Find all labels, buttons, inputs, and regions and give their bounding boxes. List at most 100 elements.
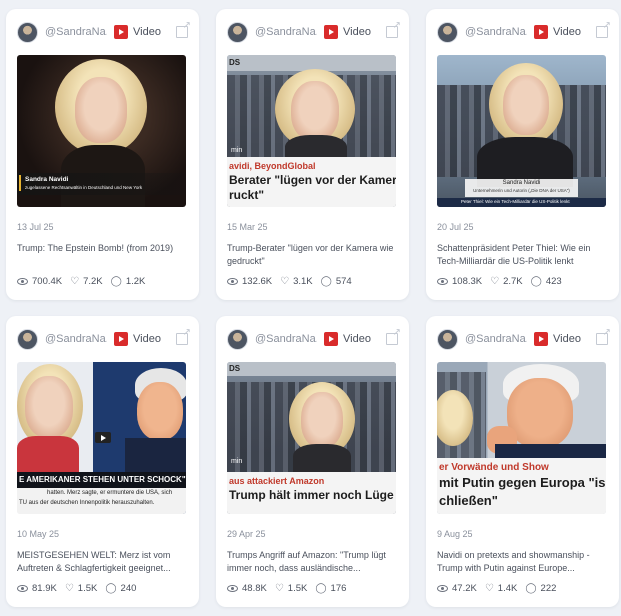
heart-icon: ♡: [484, 583, 494, 594]
post-date: 9 Aug 25: [437, 529, 473, 539]
thumbnail-headline: Trump hält immer noch Lüge auf: [229, 488, 396, 502]
card-header: @SandraNa... Video: [437, 327, 611, 350]
eye-icon: [17, 585, 28, 592]
external-link-icon[interactable]: [386, 20, 401, 38]
post-date: 29 Apr 25: [227, 529, 266, 539]
video-thumbnail[interactable]: Sandra Navidi zugelassene Rechtsanwältin…: [17, 55, 186, 207]
youtube-icon: [534, 332, 548, 346]
views-count: 48.8K: [242, 583, 267, 594]
comment-icon: ◯: [315, 583, 327, 594]
views-count: 108.3K: [452, 276, 483, 287]
video-card[interactable]: @SandraNa... Video Sandra Navidi zugelas…: [6, 9, 199, 300]
video-thumbnail[interactable]: DS min aus attackiert Amazon Trump hält …: [227, 362, 396, 514]
media-type-label: Video: [133, 333, 161, 345]
lower-third-subtitle: zugelassene Rechtsanwältin in Deutschlan…: [25, 185, 143, 190]
card-header: @SandraNa... Video: [17, 327, 191, 350]
engagement-stats: 47.2K ♡ 1.4K ◯ 222: [437, 583, 564, 594]
avatar[interactable]: [437, 328, 458, 350]
comment-icon: ◯: [105, 583, 117, 594]
author-handle[interactable]: @SandraNa...: [255, 333, 317, 345]
post-title[interactable]: MEISTGESEHEN WELT: Merz ist vom Auftrete…: [17, 549, 189, 575]
author-handle[interactable]: @SandraNa...: [465, 333, 527, 345]
eye-icon: [437, 278, 448, 285]
thumbnail-kicker: avidi, BeyondGlobal: [229, 161, 316, 171]
likes-count: 3.1K: [293, 276, 313, 287]
video-card[interactable]: @SandraNa... Video Sandra Navidi Unterne…: [426, 9, 619, 300]
post-title[interactable]: Navidi on pretexts and showmanship - Tru…: [437, 549, 609, 575]
comment-icon: ◯: [320, 276, 332, 287]
comment-icon: ◯: [530, 276, 542, 287]
comments-count: 423: [545, 276, 562, 287]
thumbnail-headline-2: ruckt": [229, 188, 265, 202]
eye-icon: [227, 585, 238, 592]
video-card-grid: @SandraNa... Video Sandra Navidi zugelas…: [6, 9, 619, 607]
video-thumbnail[interactable]: E AMERIKANER STEHEN UNTER SCHOCK" DI hat…: [17, 362, 186, 514]
video-card[interactable]: @SandraNa... Video er Vorwände und Show …: [426, 316, 619, 607]
external-link-icon[interactable]: [176, 20, 191, 38]
likes-count: 1.5K: [77, 583, 98, 594]
external-link-icon[interactable]: [596, 20, 611, 38]
heart-icon: ♡: [490, 276, 500, 287]
heart-icon: ♡: [64, 583, 74, 594]
video-card[interactable]: @SandraNa... Video DS min avidi, BeyondG…: [216, 9, 409, 300]
avatar[interactable]: [227, 328, 248, 350]
thumbnail-sub-2: TU aus der deutschen Innenpolitik heraus…: [19, 500, 155, 506]
card-header: @SandraNa... Video: [227, 20, 401, 43]
post-title[interactable]: Schattenpräsident Peter Thiel: Wie ein T…: [437, 242, 609, 268]
duration-label: min: [231, 458, 243, 465]
media-type-label: Video: [343, 333, 371, 345]
engagement-stats: 81.9K ♡ 1.5K ◯ 240: [17, 583, 144, 594]
video-thumbnail[interactable]: Sandra Navidi Unternehmerin und Autorin …: [437, 55, 606, 207]
engagement-stats: 132.6K ♡ 3.1K ◯ 574: [227, 276, 360, 287]
media-type-label: Video: [133, 26, 161, 38]
post-title[interactable]: Trump: The Epstein Bomb! (from 2019): [17, 242, 189, 255]
post-title[interactable]: Trumps Angriff auf Amazon: "Trump lügt i…: [227, 549, 399, 575]
eye-icon: [437, 585, 448, 592]
news-ticker: Peter Thiel: Wie ein Tech-Milliardär die…: [461, 199, 570, 204]
comments-count: 222: [540, 583, 557, 594]
youtube-icon: [324, 25, 338, 39]
author-handle[interactable]: @SandraNa...: [45, 26, 107, 38]
likes-count: 1.4K: [497, 583, 518, 594]
thumbnail-headline: E AMERIKANER STEHEN UNTER SCHOCK" DI: [19, 475, 186, 484]
lower-third-name: Sandra Navidi: [25, 176, 69, 183]
post-date: 10 May 25: [17, 529, 60, 539]
comments-count: 574: [335, 276, 352, 287]
author-handle[interactable]: @SandraNa...: [255, 26, 317, 38]
post-date: 20 Jul 25: [437, 222, 474, 232]
eye-icon: [17, 278, 28, 285]
video-thumbnail[interactable]: DS min avidi, BeyondGlobal Berater "lüge…: [227, 55, 396, 207]
heart-icon: ♡: [70, 276, 80, 287]
comments-count: 176: [330, 583, 347, 594]
media-type-label: Video: [343, 26, 371, 38]
external-link-icon[interactable]: [176, 327, 191, 345]
thumbnail-headline-2: chließen": [439, 493, 498, 508]
avatar[interactable]: [227, 21, 248, 43]
comment-icon: ◯: [525, 583, 537, 594]
likes-count: 7.2K: [83, 276, 103, 287]
avatar[interactable]: [17, 328, 38, 350]
media-type-label: Video: [553, 26, 581, 38]
author-handle[interactable]: @SandraNa...: [45, 333, 107, 345]
post-date: 15 Mar 25: [227, 222, 268, 232]
thumbnail-headline: Berater "lügen vor der Kamera: [229, 173, 396, 187]
avatar[interactable]: [437, 21, 458, 43]
avatar[interactable]: [17, 21, 38, 43]
views-count: 132.6K: [242, 276, 273, 287]
author-handle[interactable]: @SandraNa...: [465, 26, 527, 38]
thumbnail-kicker: aus attackiert Amazon: [229, 476, 325, 486]
views-count: 81.9K: [32, 583, 57, 594]
post-title[interactable]: Trump-Berater "lügen vor der Kamera wie …: [227, 242, 399, 268]
engagement-stats: 108.3K ♡ 2.7K ◯ 423: [437, 276, 570, 287]
external-link-icon[interactable]: [386, 327, 401, 345]
engagement-stats: 700.4K ♡ 7.2K ◯ 1.2K: [17, 276, 153, 287]
youtube-icon: [324, 332, 338, 346]
engagement-stats: 48.8K ♡ 1.5K ◯ 176: [227, 583, 354, 594]
video-thumbnail[interactable]: er Vorwände und Show mit Putin gegen Eur…: [437, 362, 606, 514]
lower-third-name: Sandra Navidi: [502, 180, 541, 186]
external-link-icon[interactable]: [596, 327, 611, 345]
lower-third-subtitle: Unternehmerin und Autorin („Die DNA der …: [473, 188, 570, 193]
video-card[interactable]: @SandraNa... Video DS min aus attackiert…: [216, 316, 409, 607]
thumbnail-kicker: er Vorwände und Show: [439, 462, 549, 473]
video-card[interactable]: @SandraNa... Video E AMERIKANER STEHEN U…: [6, 316, 199, 607]
